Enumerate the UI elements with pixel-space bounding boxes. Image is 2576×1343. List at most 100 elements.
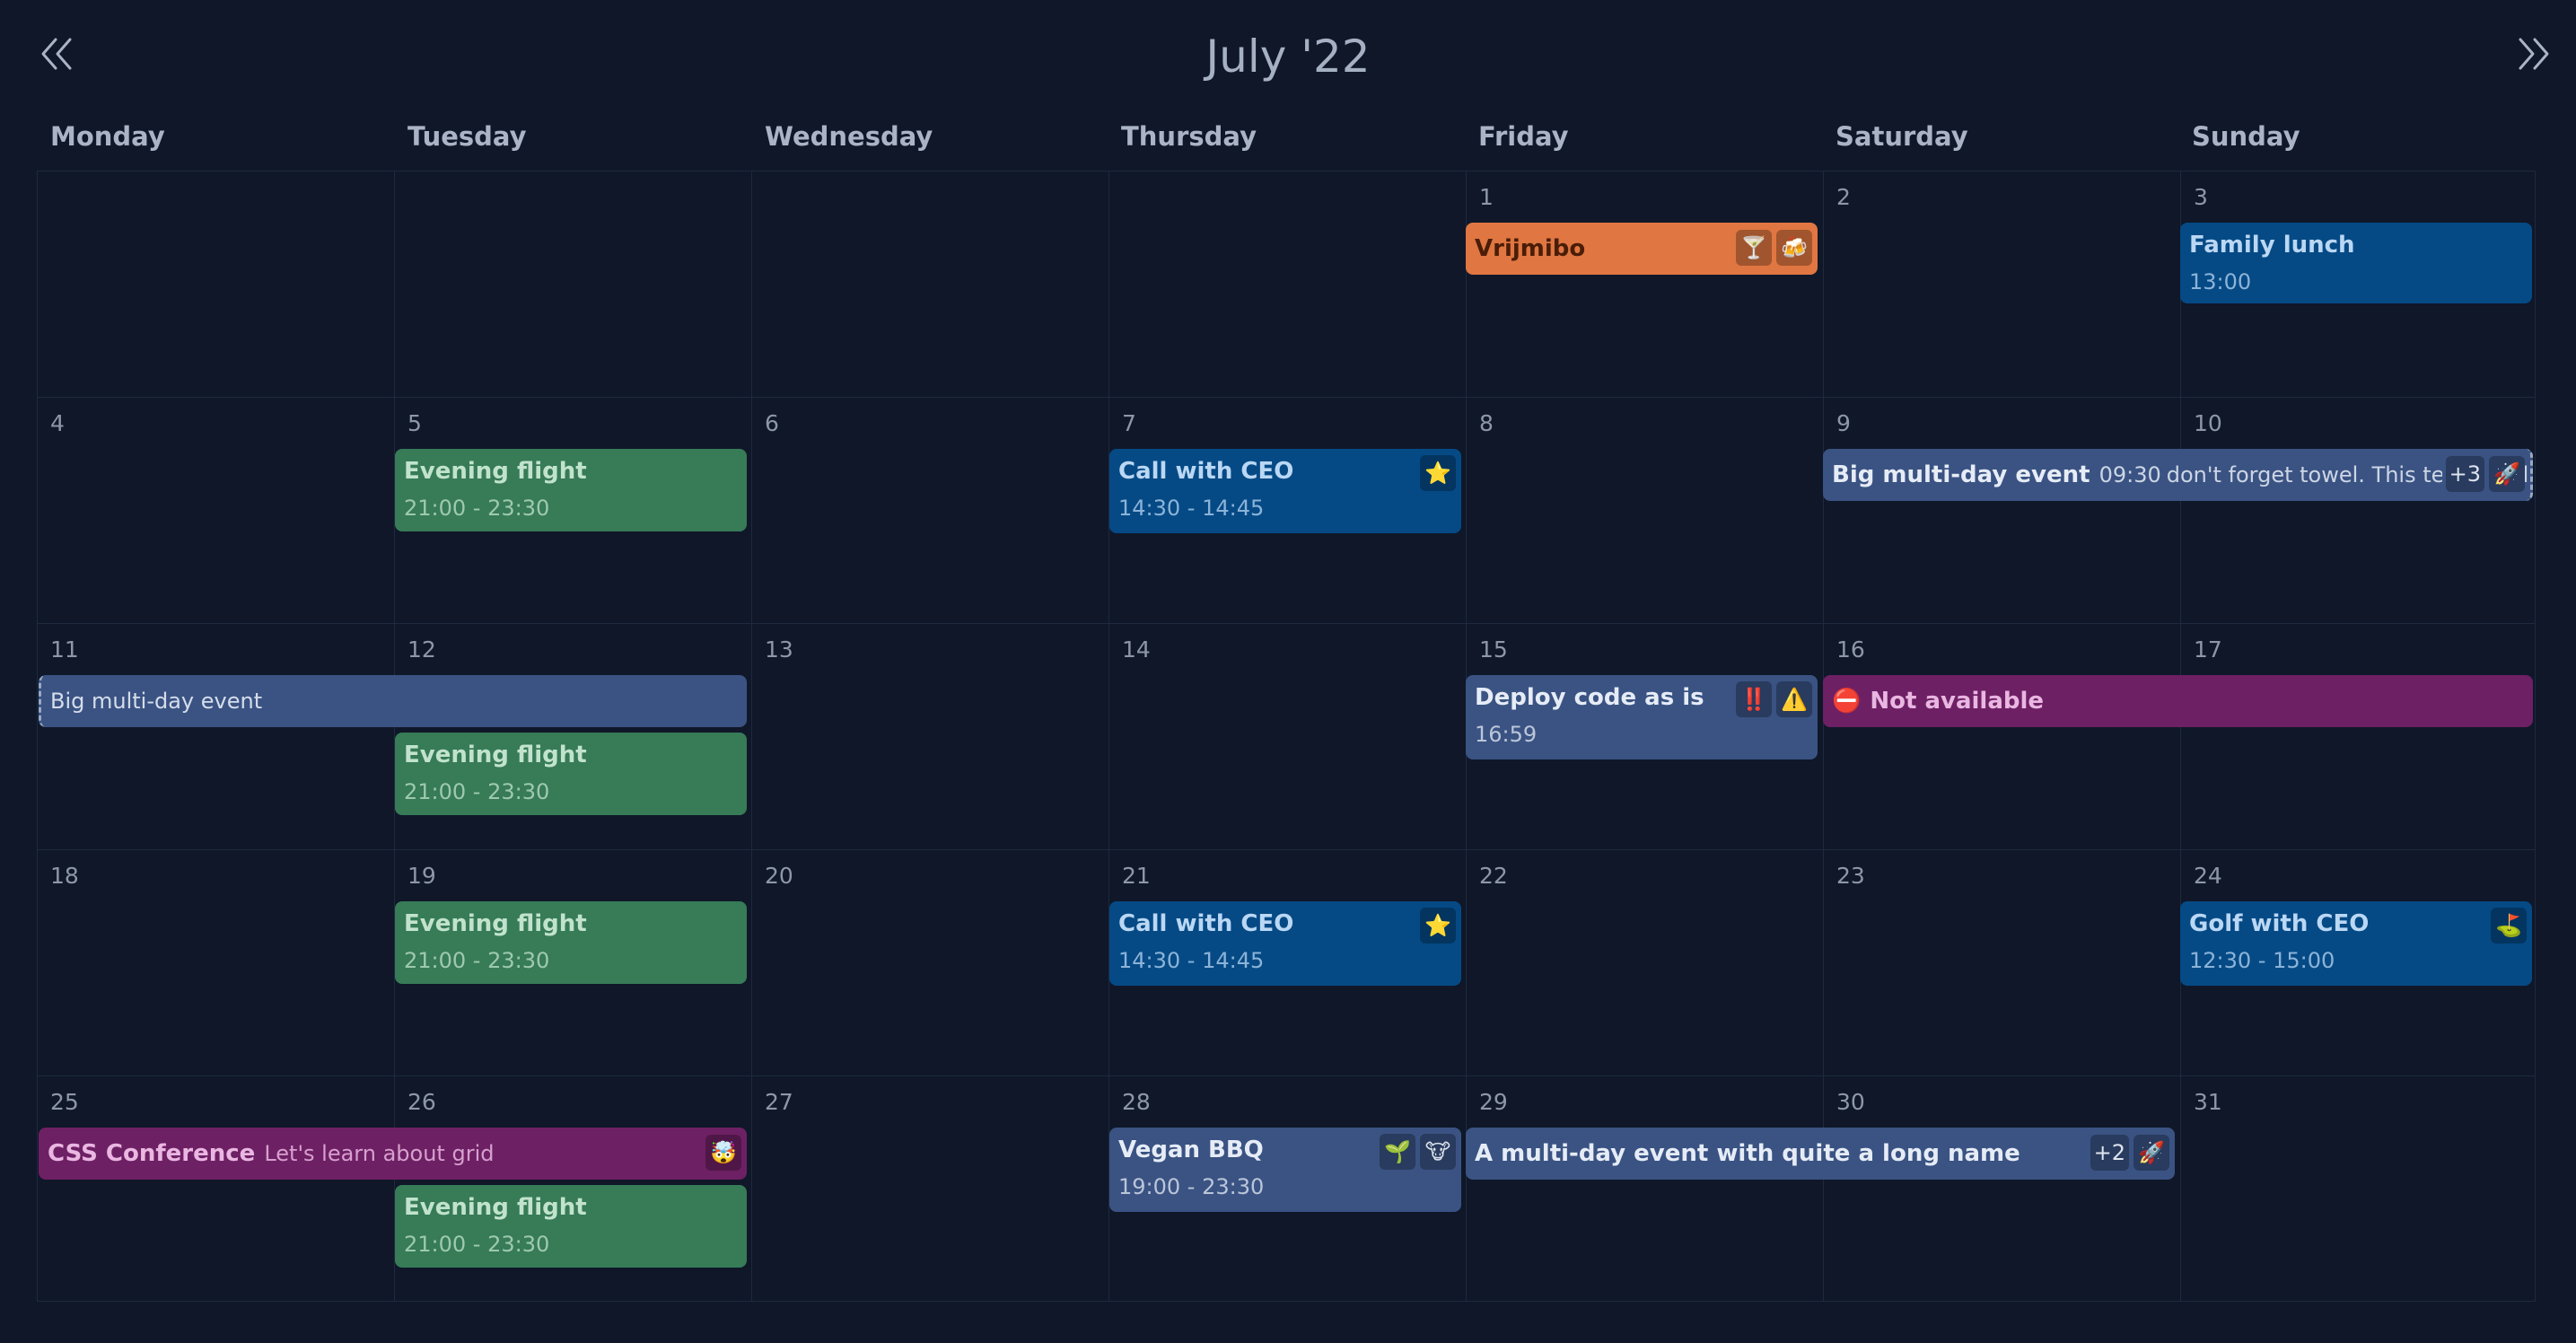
day-cell-9[interactable]: 9 <box>1823 397 2180 623</box>
day-number: 21 <box>1122 863 1151 889</box>
day-cell-8[interactable]: 8 <box>1466 397 1823 623</box>
double-chevron-right-icon <box>2519 38 2549 70</box>
more-count-badge: +3 <box>2445 456 2484 492</box>
event-name: Big multi-day event <box>1832 461 2090 488</box>
day-cell-18[interactable]: 18 <box>37 849 394 1075</box>
event-family-lunch[interactable]: Family lunch 13:00 <box>2180 223 2532 303</box>
day-number: 22 <box>1479 863 1508 889</box>
golf-flag-icon: ⛳ <box>2491 908 2527 944</box>
seedling-icon: 🌱 <box>1380 1134 1415 1170</box>
day-number: 26 <box>407 1089 436 1115</box>
event-golf-with-ceo[interactable]: Golf with CEO 12:30 - 15:00 ⛳ <box>2180 901 2532 986</box>
day-cell-14[interactable]: 14 <box>1108 623 1466 849</box>
weekday-wednesday: Wednesday <box>765 121 933 152</box>
day-number: 18 <box>50 863 79 889</box>
weekday-tuesday: Tuesday <box>407 121 527 152</box>
mind-blown-icon: 🤯 <box>705 1135 741 1171</box>
event-vrijmibo[interactable]: Vrijmibo 🍸 🍻 <box>1466 223 1818 275</box>
day-number: 19 <box>407 863 436 889</box>
event-name: Deploy code as is <box>1475 684 1704 711</box>
event-evening-flight[interactable]: Evening flight 21:00 - 23:30 <box>395 901 747 984</box>
event-call-with-ceo[interactable]: Call with CEO 14:30 - 14:45 ⭐ <box>1109 901 1461 986</box>
event-name: Family lunch <box>2189 232 2355 259</box>
day-number: 10 <box>2194 410 2222 436</box>
event-time: 14:30 - 14:45 <box>1118 496 1265 521</box>
event-evening-flight[interactable]: Evening flight 21:00 - 23:30 <box>395 1185 747 1268</box>
weekday-friday: Friday <box>1478 121 1569 152</box>
day-number: 7 <box>1122 410 1136 436</box>
star-icon: ⭐ <box>1420 908 1456 944</box>
event-name: Vegan BBQ <box>1118 1137 1264 1163</box>
day-number: 30 <box>1836 1089 1865 1115</box>
weekday-saturday: Saturday <box>1836 121 1968 152</box>
event-time: 21:00 - 23:30 <box>404 948 550 973</box>
event-time: 12:30 - 15:00 <box>2189 948 2335 973</box>
day-cell-31[interactable]: 31 <box>2180 1075 2536 1302</box>
day-cell-2[interactable]: 2 <box>1823 171 2180 397</box>
day-number: 17 <box>2194 636 2222 663</box>
event-name: Call with CEO <box>1118 910 1294 937</box>
day-number: 15 <box>1479 636 1508 663</box>
event-time: 21:00 - 23:30 <box>404 1232 550 1257</box>
beer-icon: 🍻 <box>1776 230 1812 266</box>
event-vegan-bbq[interactable]: Vegan BBQ 19:00 - 23:30 🌱 🐮 <box>1109 1128 1461 1212</box>
day-number: 27 <box>765 1089 793 1115</box>
event-description: Let's learn about grid <box>264 1141 495 1166</box>
day-number: 29 <box>1479 1089 1508 1115</box>
event-name: Not available <box>1870 688 2045 715</box>
event-name: CSS Conference <box>48 1140 256 1167</box>
event-long-name[interactable]: A multi-day event with quite a long name… <box>1466 1128 2175 1180</box>
weekday-monday: Monday <box>50 121 165 152</box>
event-big-multi-day-continued[interactable]: Big multi-day event <box>39 675 747 727</box>
day-number: 13 <box>765 636 793 663</box>
event-time: 09:30 <box>2098 462 2161 487</box>
event-evening-flight[interactable]: Evening flight 21:00 - 23:30 <box>395 733 747 815</box>
event-name: Big multi-day event <box>50 689 263 714</box>
day-number: 6 <box>765 410 779 436</box>
event-evening-flight[interactable]: Evening flight 21:00 - 23:30 <box>395 449 747 531</box>
day-cell-17[interactable]: 17 <box>2180 623 2536 849</box>
day-cell-20[interactable]: 20 <box>751 849 1108 1075</box>
next-month-button[interactable] <box>2506 27 2560 81</box>
day-cell-empty <box>394 171 751 397</box>
day-number: 5 <box>407 410 422 436</box>
day-number: 24 <box>2194 863 2222 889</box>
event-time: 14:30 - 14:45 <box>1118 948 1265 973</box>
day-number: 25 <box>50 1089 79 1115</box>
rocket-icon: 🚀 <box>2134 1135 2169 1171</box>
day-number: 3 <box>2194 184 2208 210</box>
day-cell-23[interactable]: 23 <box>1823 849 2180 1075</box>
day-cell-11[interactable]: 11 <box>37 623 394 849</box>
event-name: Evening flight <box>404 910 587 937</box>
event-name: Evening flight <box>404 458 587 485</box>
day-number: 9 <box>1836 410 1851 436</box>
weekday-thursday: Thursday <box>1121 121 1257 152</box>
double-exclamation-icon: ‼️ <box>1736 681 1772 717</box>
day-cell-1[interactable]: 1 <box>1466 171 1823 397</box>
day-number: 2 <box>1836 184 1851 210</box>
event-not-available[interactable]: ⛔ Not available <box>1823 675 2533 727</box>
day-number: 23 <box>1836 863 1865 889</box>
day-cell-25[interactable]: 25 <box>37 1075 394 1302</box>
day-cell-27[interactable]: 27 <box>751 1075 1108 1302</box>
day-cell-22[interactable]: 22 <box>1466 849 1823 1075</box>
more-count-badge: +2 <box>2090 1135 2129 1171</box>
day-cell-10[interactable]: 10 <box>2180 397 2536 623</box>
rocket-icon: 🚀 <box>2489 456 2525 492</box>
cocktail-icon: 🍸 <box>1736 230 1772 266</box>
event-call-with-ceo[interactable]: Call with CEO 14:30 - 14:45 ⭐ <box>1109 449 1461 533</box>
day-cell-29[interactable]: 29 <box>1466 1075 1823 1302</box>
event-time: 21:00 - 23:30 <box>404 496 550 521</box>
day-cell-6[interactable]: 6 <box>751 397 1108 623</box>
day-cell-30[interactable]: 30 <box>1823 1075 2180 1302</box>
day-number: 20 <box>765 863 793 889</box>
event-deploy-code[interactable]: Deploy code as is 16:59 ‼️ ⚠️ <box>1466 675 1818 759</box>
day-cell-empty <box>37 171 394 397</box>
day-cell-13[interactable]: 13 <box>751 623 1108 849</box>
event-big-multi-day[interactable]: Big multi-day event 09:30 don't forget t… <box>1823 449 2533 501</box>
day-number: 11 <box>50 636 79 663</box>
event-css-conference[interactable]: CSS Conference Let's learn about grid 🤯 <box>39 1128 747 1180</box>
day-cell-4[interactable]: 4 <box>37 397 394 623</box>
day-cell-16[interactable]: 16 <box>1823 623 2180 849</box>
day-number: 16 <box>1836 636 1865 663</box>
